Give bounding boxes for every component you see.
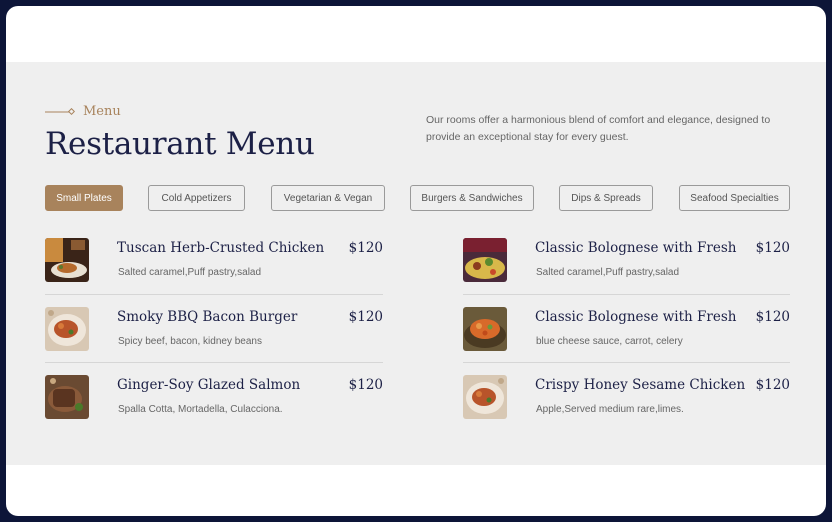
item-name: Tuscan Herb-Crusted Chicken [117, 240, 325, 256]
item-name: Classic Bolognese with Fresh [535, 240, 737, 256]
category-tabs: Small Plates Cold Appetizers Vegetarian … [45, 185, 790, 211]
item-description: Apple,Served medium rare,limes. [536, 404, 684, 415]
section-eyebrow: Menu [45, 104, 121, 119]
menu-section: Menu Restaurant Menu Our rooms offer a h… [6, 62, 826, 465]
menu-item[interactable]: Classic Bolognese with Fresh $120 Salted… [463, 238, 790, 306]
dish-photo [463, 375, 507, 419]
item-description: Salted caramel,Puff pastry,salad [536, 267, 680, 278]
item-price: $120 [348, 377, 383, 393]
item-description: blue cheese sauce, carrot, celery [536, 336, 683, 347]
dish-photo [45, 307, 89, 351]
menu-item[interactable]: Smoky BBQ Bacon Burger $120 Spicy beef, … [45, 307, 383, 375]
item-name: Smoky BBQ Bacon Burger [117, 309, 298, 325]
divider [45, 294, 383, 295]
item-description: Spicy beef, bacon, kidney beans [118, 336, 262, 347]
dish-photo [463, 307, 507, 351]
dish-photo [463, 238, 507, 282]
item-price: $120 [348, 240, 383, 256]
divider [463, 362, 790, 363]
item-description: Spalla Cotta, Mortadella, Culacciona. [118, 404, 283, 415]
item-description: Salted caramel,Puff pastry,salad [118, 267, 262, 278]
divider [45, 362, 383, 363]
tab-cold-appetizers[interactable]: Cold Appetizers [148, 185, 245, 211]
item-name: Crispy Honey Sesame Chicken [535, 377, 746, 393]
menu-item[interactable]: Ginger-Soy Glazed Salmon $120 Spalla Cot… [45, 375, 383, 443]
page-frame: Menu Restaurant Menu Our rooms offer a h… [6, 6, 826, 516]
item-price: $120 [755, 377, 790, 393]
dish-photo [45, 375, 89, 419]
item-price: $120 [348, 309, 383, 325]
item-price: $120 [755, 309, 790, 325]
tab-small-plates[interactable]: Small Plates [45, 185, 123, 211]
menu-item[interactable]: Tuscan Herb-Crusted Chicken $120 Salted … [45, 238, 383, 306]
tab-seafood-specialties[interactable]: Seafood Specialties [679, 185, 790, 211]
item-price: $120 [755, 240, 790, 256]
tab-vegetarian-vegan[interactable]: Vegetarian & Vegan [271, 185, 385, 211]
item-name: Ginger-Soy Glazed Salmon [117, 377, 301, 393]
tab-dips-spreads[interactable]: Dips & Spreads [559, 185, 653, 211]
page-title: Restaurant Menu [45, 126, 315, 162]
tab-burgers-sandwiches[interactable]: Burgers & Sandwiches [410, 185, 534, 211]
menu-item[interactable]: Classic Bolognese with Fresh $120 blue c… [463, 307, 790, 375]
item-name: Classic Bolognese with Fresh [535, 309, 737, 325]
eyebrow-label: Menu [83, 104, 121, 119]
section-intro: Our rooms offer a harmonious blend of co… [426, 114, 771, 143]
divider [463, 294, 790, 295]
line-diamond-icon [45, 107, 75, 115]
menu-item[interactable]: Crispy Honey Sesame Chicken $120 Apple,S… [463, 375, 790, 443]
dish-photo [45, 238, 89, 282]
